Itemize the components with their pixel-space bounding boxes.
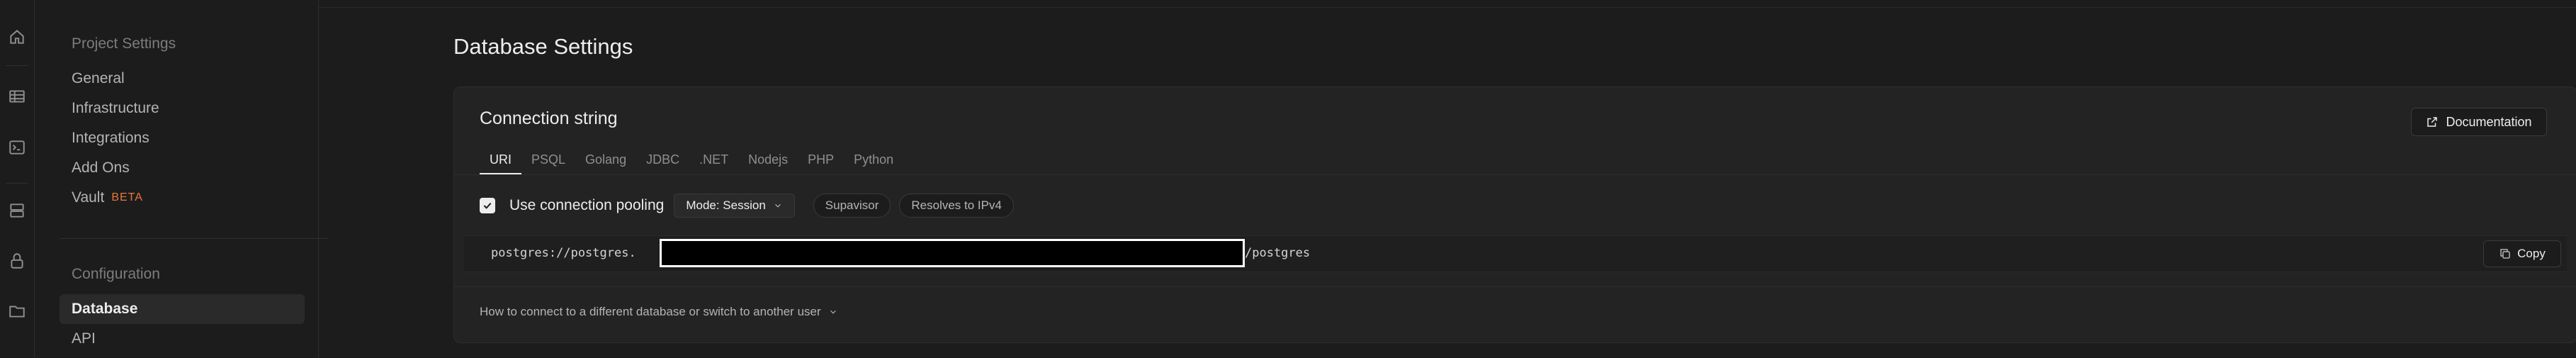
connection-prefix: postgres://postgres. (491, 246, 636, 260)
sidebar-item-label: Infrastructure (72, 100, 159, 116)
redacted-credentials (660, 239, 1245, 267)
help-link[interactable]: How to connect to a different database o… (480, 305, 838, 319)
table-icon[interactable] (4, 84, 30, 109)
tab-php[interactable]: PHP (798, 146, 844, 173)
documentation-label: Documentation (2446, 114, 2532, 129)
rail-divider (6, 183, 28, 184)
icon-rail (0, 0, 35, 358)
copy-label: Copy (2517, 247, 2546, 260)
supavisor-badge: Supavisor (813, 194, 891, 218)
terminal-icon[interactable] (4, 135, 30, 160)
copy-button[interactable]: Copy (2483, 240, 2561, 267)
connection-string-card: Connection string Documentation URI PSQL… (453, 86, 2576, 343)
connection-tabs: URI PSQL Golang JDBC .NET Nodejs PHP Pyt… (480, 146, 903, 174)
sidebar-item-label: API (72, 330, 96, 347)
top-divider (319, 7, 2576, 8)
pooling-checkbox[interactable] (480, 198, 495, 213)
chevron-down-icon (830, 310, 836, 314)
chevron-down-icon (774, 203, 781, 208)
external-link-icon (2427, 117, 2438, 127)
pooling-label: Use connection pooling (509, 197, 665, 213)
section-title-configuration: Configuration (72, 266, 160, 282)
help-divider (454, 286, 2576, 287)
tab-nodejs[interactable]: Nodejs (738, 146, 798, 173)
connection-suffix: /postgres (1245, 246, 1311, 260)
folder-icon[interactable] (4, 298, 30, 324)
mode-select-value: Mode: Session (686, 198, 766, 212)
sidebar-item-label: Integrations (72, 130, 149, 146)
section-title-project-settings: Project Settings (72, 35, 176, 52)
tab-dotnet[interactable]: .NET (689, 146, 738, 173)
tab-psql[interactable]: PSQL (521, 146, 575, 173)
page-title: Database Settings (453, 34, 633, 59)
main-content: Database Settings Connection string Docu… (319, 0, 2576, 358)
sidebar-item-general[interactable]: General (60, 64, 305, 94)
check-icon (483, 202, 492, 209)
help-link-label: How to connect to a different database o… (480, 305, 821, 318)
tabs-divider (454, 174, 2576, 175)
sidebar-divider (60, 238, 329, 239)
sidebar-item-label: Vault (72, 189, 105, 206)
beta-badge: BETA (111, 191, 143, 203)
copy-icon (2500, 249, 2510, 259)
mode-select[interactable]: Mode: Session (674, 194, 795, 218)
tab-uri[interactable]: URI (480, 146, 521, 174)
tab-python[interactable]: Python (844, 146, 903, 173)
tab-jdbc[interactable]: JDBC (636, 146, 689, 173)
sidebar-item-infrastructure[interactable]: Infrastructure (60, 94, 305, 123)
app-root: Project Settings General Infrastructure … (0, 0, 2576, 358)
sidebar-item-api[interactable]: API (60, 324, 305, 354)
ipv4-badge: Resolves to IPv4 (899, 194, 1014, 218)
sidebar-item-add-ons[interactable]: Add Ons (60, 153, 305, 183)
sidebar-item-database[interactable]: Database (60, 294, 305, 324)
sidebar-item-integrations[interactable]: Integrations (60, 123, 305, 153)
pooling-row: Use connection pooling Mode: Session Sup… (480, 191, 1022, 220)
lock-icon[interactable] (4, 248, 30, 274)
sidebar-item-vault[interactable]: Vault BETA (60, 183, 305, 213)
home-icon[interactable] (4, 24, 30, 50)
settings-sidebar: Project Settings General Infrastructure … (35, 0, 329, 358)
database-icon[interactable] (4, 198, 30, 223)
card-title: Connection string (480, 108, 618, 128)
tab-golang[interactable]: Golang (575, 146, 636, 173)
sidebar-item-label: Add Ons (72, 160, 130, 176)
connection-string-field[interactable]: postgres://postgres. /postgres Copy (464, 235, 2567, 272)
documentation-button[interactable]: Documentation (2411, 108, 2547, 136)
sidebar-item-label: General (72, 70, 125, 86)
sidebar-item-label: Database (72, 301, 138, 317)
rail-divider (6, 65, 28, 66)
